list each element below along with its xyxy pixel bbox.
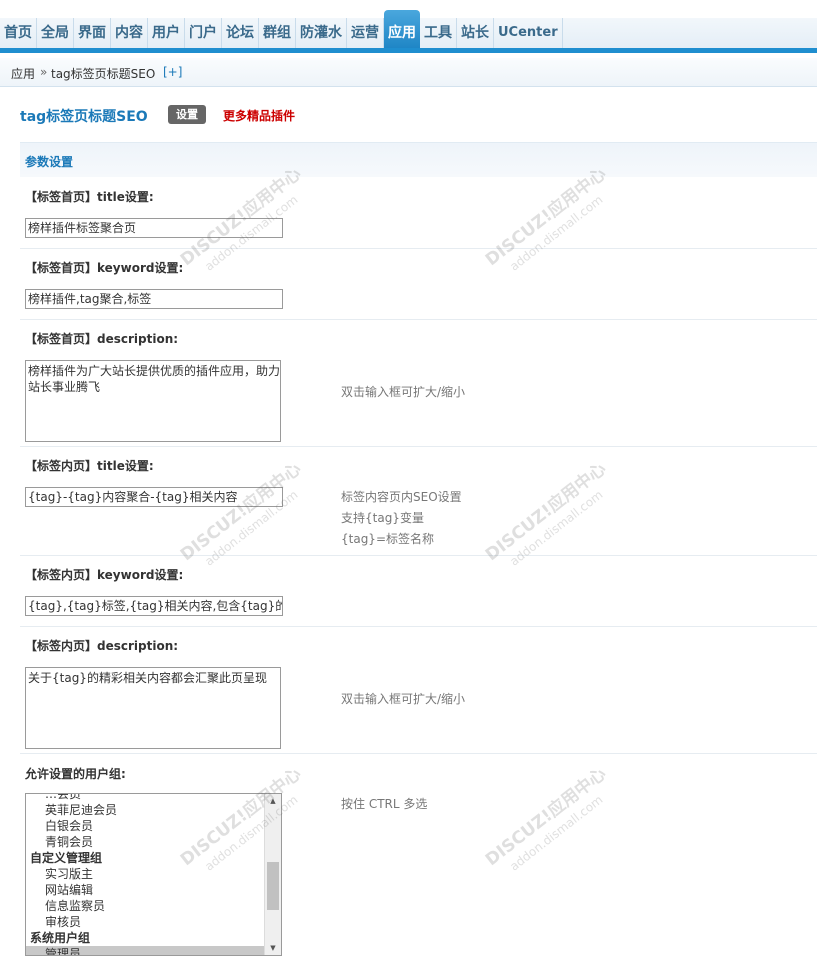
nav-item-3[interactable]: 内容: [111, 18, 148, 48]
watermark-logo: DISCUZ!应用中心 addon.dismall.com: [176, 163, 305, 273]
nav-item-9[interactable]: 运营: [347, 18, 384, 48]
inner-keyword-input[interactable]: {tag},{tag}标签,{tag}相关内容,包含{tag}的: [25, 596, 283, 616]
field-label-inner-description: 【标签内页】description:: [25, 639, 179, 653]
divider: [20, 446, 817, 447]
breadcrumb: 应用 » tag标签页标题SEO [+]: [0, 58, 817, 87]
index-description-hint: 双击输入框可扩大/缩小: [341, 385, 466, 399]
nav-item-0[interactable]: 首页: [0, 18, 37, 48]
nav-item-2[interactable]: 界面: [74, 18, 111, 48]
scroll-down-icon[interactable]: ▼: [265, 941, 281, 955]
nav-item-12[interactable]: 站长: [457, 18, 494, 48]
nav-bar-line: [0, 48, 817, 53]
nav-item-4[interactable]: 用户: [148, 18, 185, 48]
index-description-textarea[interactable]: 榜样插件为广大站长提供优质的插件应用，助力站长事业腾飞: [25, 360, 281, 442]
divider: [20, 753, 817, 754]
field-label-index-description: 【标签首页】description:: [25, 332, 179, 346]
section-title: 参数设置: [25, 155, 74, 169]
divider: [20, 555, 817, 556]
usergroup-option[interactable]: 管理员: [26, 946, 264, 955]
section-header: 参数设置: [20, 142, 817, 177]
watermark-logo: DISCUZ!应用中心 addon.dismall.com: [481, 763, 610, 873]
nav-items: 首页 全局 界面 内容 用户 门户 论坛 群组 防灌水 运营 应用 工具 站长 UCenter: [0, 10, 563, 48]
inner-title-hint-2: 支持{tag}变量: [341, 511, 424, 525]
field-label-usergroups: 允许设置的用户组:: [25, 767, 126, 781]
settings-button[interactable]: 设置: [168, 105, 206, 124]
watermark-logo: DISCUZ!应用中心 addon.dismall.com: [481, 163, 610, 273]
breadcrumb-add-link[interactable]: [+]: [163, 65, 182, 79]
breadcrumb-root[interactable]: 应用: [11, 65, 35, 82]
svg-text:DISCUZ!应用中心: DISCUZ!应用中心: [481, 163, 610, 270]
divider: [20, 319, 817, 320]
nav-item-6[interactable]: 论坛: [222, 18, 259, 48]
field-label-index-title: 【标签首页】title设置:: [25, 190, 154, 204]
usergroups-hint: 按住 CTRL 多选: [341, 797, 428, 811]
inner-description-hint: 双击输入框可扩大/缩小: [341, 692, 466, 706]
svg-text:DISCUZ!应用中心: DISCUZ!应用中心: [176, 163, 305, 270]
top-nav: 首页 全局 界面 内容 用户 门户 论坛 群组 防灌水 运营 应用 工具 站长 UCenter: [0, 0, 817, 53]
nav-item-10[interactable]: 应用: [384, 10, 420, 48]
usergroup-option[interactable]: 网站编辑: [26, 882, 264, 898]
nav-item-8[interactable]: 防灌水: [296, 18, 347, 48]
divider: [20, 626, 817, 627]
breadcrumb-separator: »: [40, 65, 48, 79]
breadcrumb-current: tag标签页标题SEO: [51, 67, 156, 81]
inner-description-textarea[interactable]: 关于{tag}的精彩相关内容都会汇聚此页呈现: [25, 667, 281, 749]
nav-item-13[interactable]: UCenter: [494, 18, 563, 48]
nav-item-1[interactable]: 全局: [37, 18, 74, 48]
usergroup-category: 系统用户组: [30, 931, 91, 945]
svg-text:DISCUZ!应用中心: DISCUZ!应用中心: [481, 763, 610, 870]
usergroup-option[interactable]: 审核员: [26, 914, 264, 930]
nav-item-11[interactable]: 工具: [420, 18, 457, 48]
svg-text:DISCUZ!应用中心: DISCUZ!应用中心: [176, 458, 305, 565]
page-title: tag标签页标题SEO: [20, 109, 148, 125]
inner-title-hint-3: {tag}=标签名称: [341, 532, 435, 546]
more-plugins-link[interactable]: 更多精品插件: [223, 107, 295, 124]
watermark-logo: DISCUZ!应用中心 addon.dismall.com: [176, 458, 305, 568]
inner-title-hint-1: 标签内容页内SEO设置: [341, 490, 462, 504]
nav-item-5[interactable]: 门户: [185, 18, 222, 48]
divider: [20, 248, 817, 249]
index-keyword-input[interactable]: 榜样插件,tag聚合,标签: [25, 289, 283, 309]
watermark-logo: DISCUZ!应用中心 addon.dismall.com: [176, 763, 305, 873]
field-label-inner-title: 【标签内页】title设置:: [25, 459, 154, 473]
svg-text:DISCUZ!应用中心: DISCUZ!应用中心: [481, 458, 610, 565]
svg-text:DISCUZ!应用中心: DISCUZ!应用中心: [176, 763, 305, 870]
watermark-logo: DISCUZ!应用中心 addon.dismall.com: [481, 458, 610, 568]
usergroup-option[interactable]: 信息监察员: [26, 898, 264, 914]
nav-item-7[interactable]: 群组: [259, 18, 296, 48]
